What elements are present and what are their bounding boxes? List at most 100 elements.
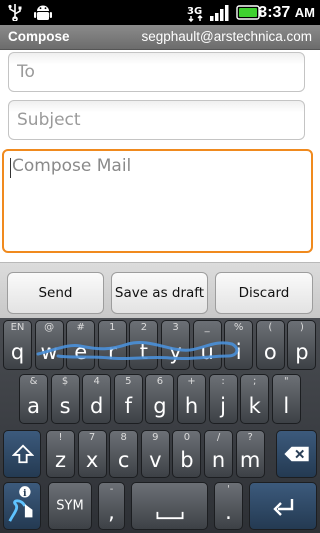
key-x[interactable]: 7x [77,430,107,478]
key-alt-label: $ [61,376,69,387]
shift-key[interactable] [3,430,41,478]
swype-keyboard: EN q @ w # e 1 r 2 t 3 y _ u% i(o) p & a $ s 4 d 5 f 6 g + h: j; k " l!… [0,318,320,533]
key-label: n [211,448,226,472]
key-label: f [124,394,132,418]
enter-icon [273,499,294,516]
period-key[interactable]: ' . [214,482,243,530]
key-label: i [235,340,242,364]
page-title: Compose [8,29,70,44]
usb-icon [8,4,22,21]
key-h[interactable]: + h [177,374,206,424]
key-label: p [295,340,309,364]
key-j[interactable]: :j [208,374,238,424]
key-alt-label: ) [299,322,304,333]
key-label: t [139,340,148,364]
key-alt-label: _ [204,322,210,333]
key-alt-label: 5 [125,376,132,387]
save-draft-button[interactable]: Save as draft [111,272,208,314]
key-m[interactable]: ? m [235,430,265,478]
key-label: g [153,394,167,418]
enter-key[interactable] [249,482,317,530]
key-alt-label: @ [44,322,55,333]
key-label: d [90,394,104,418]
key-t[interactable]: 2t [129,320,159,370]
key-g[interactable]: 6g [145,374,175,424]
key-y[interactable]: 3y [161,320,190,370]
backspace-key[interactable] [276,430,317,478]
key-i[interactable]: % i [224,320,254,370]
comma-alt-label: - [109,484,114,495]
space-key[interactable] [131,482,208,530]
discard-button[interactable]: Discard [215,272,313,314]
key-w[interactable]: @ w [34,320,64,370]
period-alt-label: ' [227,484,230,495]
key-c[interactable]: 8c [109,430,139,478]
key-alt-label: ; [253,376,257,387]
key-d[interactable]: 4d [82,374,112,424]
clock-time: 3:37 [258,4,291,21]
key-l[interactable]: " l [271,374,301,424]
comma-key[interactable]: - , [98,482,125,530]
key-label: h [184,394,199,418]
android-debug-icon [34,5,52,20]
key-alt-label: 1 [109,322,116,333]
backspace-icon [284,446,309,462]
key-r[interactable]: 1r [97,320,127,370]
key-f[interactable]: 5f [113,374,143,424]
key-label: w [40,340,58,364]
key-alt-label: 3 [172,322,179,333]
compose-body-field[interactable] [2,149,313,253]
key-label: e [74,340,88,364]
key-a[interactable]: & a [19,374,48,424]
key-label: v [149,448,162,472]
key-alt-label: + [187,376,196,387]
key-label: m [239,448,261,472]
key-alt-label: / [216,432,221,443]
key-label: k [248,394,261,418]
subject-field[interactable] [8,100,305,140]
key-n[interactable]: / n [204,430,233,478]
sym-label: SYM [56,498,84,514]
key-o[interactable]: (o [255,320,285,370]
key-label: y [169,340,182,364]
send-button[interactable]: Send [7,272,104,314]
key-s[interactable]: $ s [50,374,80,424]
key-e[interactable]: # e [66,320,96,370]
key-alt-label: " [283,376,289,387]
key-k[interactable]: ; k [240,374,270,424]
key-u[interactable]: _ u [192,320,222,370]
key-label: z [54,448,67,472]
to-field[interactable] [8,52,305,92]
key-alt-label: # [76,322,85,333]
sym-key[interactable]: SYM [48,482,92,530]
key-alt-label: 6 [156,376,164,387]
key-alt-label: 8 [120,432,127,443]
status-bar: 3G 3:37 AM [0,0,320,25]
swype-info-key[interactable]: i [3,482,41,530]
key-b[interactable]: 0b [172,430,202,478]
key-q[interactable]: EN q [3,320,32,370]
period-label: . [225,500,232,524]
title-bar: Compose segphault@arstechnica.com [0,25,320,50]
key-alt-label: 2 [140,322,148,333]
svg-text:i: i [23,488,27,499]
key-label: q [10,340,25,364]
key-alt-label: 7 [88,432,96,443]
key-label: s [59,394,71,418]
comma-label: , [108,500,115,524]
subject-input[interactable] [9,101,304,139]
signal-icon [210,5,229,21]
key-v[interactable]: 9v [140,430,170,478]
key-alt-label: : [221,376,225,387]
action-bar: Send Save as draft Discard [0,262,320,318]
data-3g-icon: 3G [187,6,203,22]
compose-body-input[interactable] [4,151,311,251]
key-z[interactable]: ! z [46,430,75,478]
shift-icon [12,444,34,464]
clock: 3:37 AM [258,3,315,22]
key-p[interactable]: ) p [287,320,317,370]
to-input[interactable] [9,53,304,91]
key-label: o [263,340,277,364]
key-alt-label: % [233,322,244,333]
key-label: l [283,394,290,418]
